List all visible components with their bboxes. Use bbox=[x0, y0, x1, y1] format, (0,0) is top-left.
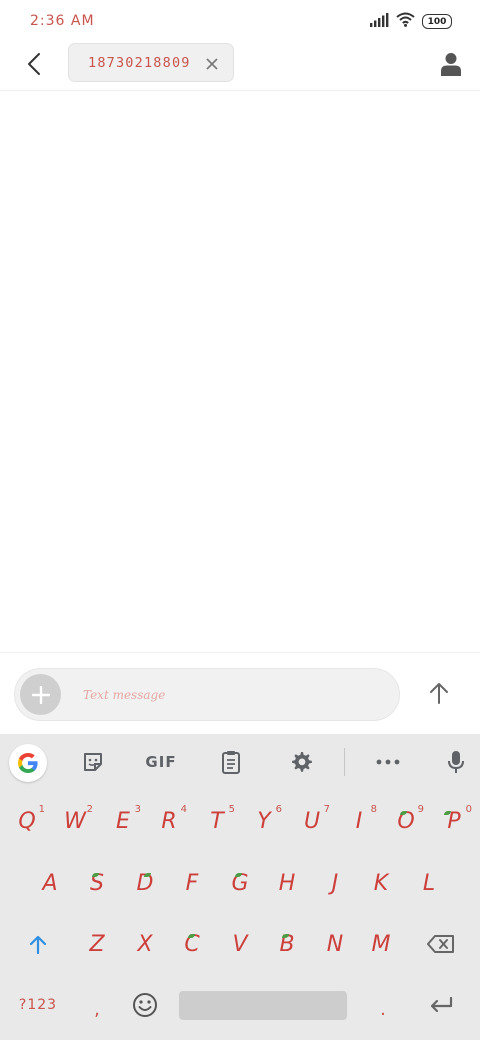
key-e[interactable]: 3 E bbox=[104, 800, 142, 842]
signal-icon bbox=[370, 12, 389, 31]
emoji-icon bbox=[133, 993, 157, 1017]
send-button[interactable] bbox=[424, 678, 454, 708]
compose-bar bbox=[0, 652, 480, 735]
gif-button[interactable]: GIF bbox=[143, 743, 179, 781]
key-l[interactable]: L bbox=[410, 862, 448, 904]
key-r[interactable]: 4 R bbox=[150, 800, 188, 842]
battery-level: 100 bbox=[427, 16, 447, 27]
key-j[interactable]: J bbox=[316, 862, 354, 904]
backspace-icon bbox=[427, 935, 454, 953]
comma-key[interactable]: , bbox=[78, 989, 116, 1029]
shift-arrow-icon bbox=[29, 935, 47, 954]
toolbar-divider bbox=[344, 748, 345, 776]
recipient-number: 18730218809 bbox=[88, 54, 191, 71]
message-input[interactable] bbox=[81, 682, 385, 708]
settings-button[interactable] bbox=[287, 743, 317, 781]
sticker-button[interactable] bbox=[78, 743, 108, 781]
key-z[interactable]: Z bbox=[78, 923, 116, 965]
key-k[interactable]: K bbox=[362, 862, 400, 904]
status-icons: 100 bbox=[370, 12, 452, 31]
person-icon bbox=[441, 53, 461, 76]
enter-key[interactable] bbox=[418, 985, 464, 1025]
key-p[interactable]: 0 P bbox=[435, 800, 473, 842]
close-icon bbox=[206, 58, 218, 70]
key-g[interactable]: G bbox=[221, 862, 259, 904]
symbols-key[interactable]: ?123 bbox=[10, 985, 66, 1025]
clipboard-icon bbox=[222, 751, 240, 774]
key-q[interactable]: 1 Q bbox=[8, 800, 46, 842]
backspace-key[interactable] bbox=[420, 923, 462, 965]
remove-recipient-button[interactable] bbox=[205, 56, 219, 70]
key-a[interactable]: A bbox=[31, 862, 69, 904]
more-button[interactable] bbox=[373, 743, 403, 781]
key-x[interactable]: X bbox=[126, 923, 164, 965]
conversation-header: 18730218809 bbox=[0, 42, 480, 91]
key-y[interactable]: 6 Y bbox=[245, 800, 283, 842]
key-b[interactable]: B bbox=[268, 923, 306, 965]
key-v[interactable]: V bbox=[221, 923, 259, 965]
key-o[interactable]: 9 O bbox=[387, 800, 425, 842]
arrow-up-icon bbox=[430, 683, 448, 704]
keyboard: GIF 1 Q 2 W 3 E 4 R 5 T 6 Y 7 U 8 I 9 O … bbox=[0, 734, 480, 1040]
emoji-key[interactable] bbox=[126, 985, 164, 1025]
messaging-screen: 2:36 AM 100 18730218809 Text message GIF… bbox=[0, 0, 480, 1040]
key-u[interactable]: 7 U bbox=[293, 800, 331, 842]
battery-icon: 100 bbox=[422, 14, 452, 29]
clipboard-button[interactable] bbox=[217, 743, 245, 781]
enter-icon bbox=[430, 996, 453, 1013]
period-key[interactable]: . bbox=[364, 989, 402, 1029]
back-button[interactable] bbox=[18, 48, 50, 80]
conversation-area bbox=[0, 91, 480, 651]
more-horizontal-icon bbox=[376, 759, 400, 765]
key-c[interactable]: C bbox=[173, 923, 211, 965]
key-s[interactable]: S bbox=[78, 862, 116, 904]
compose-field bbox=[14, 668, 400, 721]
status-time: 2:36 AM bbox=[30, 13, 95, 29]
voice-input-button[interactable] bbox=[444, 743, 468, 781]
key-m[interactable]: M bbox=[362, 923, 400, 965]
google-search-button[interactable] bbox=[9, 744, 47, 782]
contact-button[interactable] bbox=[438, 50, 464, 78]
key-t[interactable]: 5 T bbox=[198, 800, 236, 842]
space-key[interactable] bbox=[179, 991, 347, 1020]
key-n[interactable]: N bbox=[316, 923, 354, 965]
status-bar: 2:36 AM 100 bbox=[0, 0, 480, 42]
key-f[interactable]: F bbox=[173, 862, 211, 904]
keyboard-toolbar: GIF bbox=[0, 734, 480, 789]
sticker-icon bbox=[84, 753, 102, 771]
shift-key[interactable] bbox=[18, 923, 58, 965]
chevron-left-icon bbox=[28, 53, 40, 75]
keyboard-keys: 1 Q 2 W 3 E 4 R 5 T 6 Y 7 U 8 I 9 O 0 P … bbox=[0, 789, 480, 1040]
wifi-icon bbox=[396, 12, 415, 31]
plus-icon bbox=[31, 685, 50, 704]
gear-icon bbox=[292, 752, 312, 772]
gif-label: GIF bbox=[145, 753, 177, 771]
key-h[interactable]: H bbox=[268, 862, 306, 904]
google-icon bbox=[18, 753, 38, 773]
key-i[interactable]: 8 I bbox=[340, 800, 378, 842]
recipient-chip[interactable]: 18730218809 bbox=[68, 43, 234, 82]
attach-button[interactable] bbox=[20, 674, 61, 715]
key-w[interactable]: 2 W bbox=[56, 800, 94, 842]
microphone-icon bbox=[448, 751, 464, 773]
key-d[interactable]: D bbox=[126, 862, 164, 904]
